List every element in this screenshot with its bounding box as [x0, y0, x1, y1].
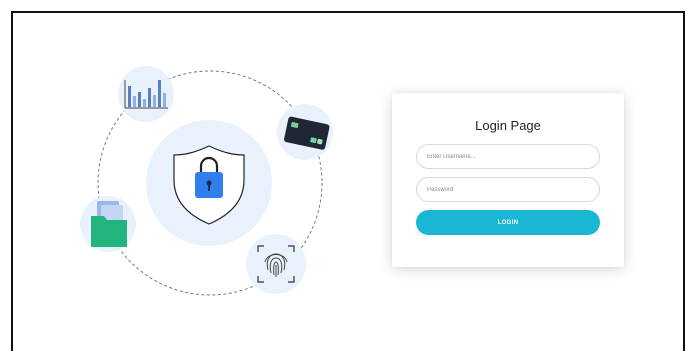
login-button[interactable]: LOGIN — [416, 210, 600, 235]
credit-card-icon — [277, 104, 333, 160]
login-title: Login Page — [475, 118, 541, 133]
password-input[interactable] — [416, 177, 600, 202]
shield-lock-icon — [146, 120, 272, 246]
username-input[interactable] — [416, 144, 600, 169]
fingerprint-icon — [246, 234, 306, 294]
login-card: Login Page LOGIN — [392, 93, 624, 267]
folder-icon — [80, 196, 136, 252]
bar-chart-icon — [118, 66, 174, 122]
